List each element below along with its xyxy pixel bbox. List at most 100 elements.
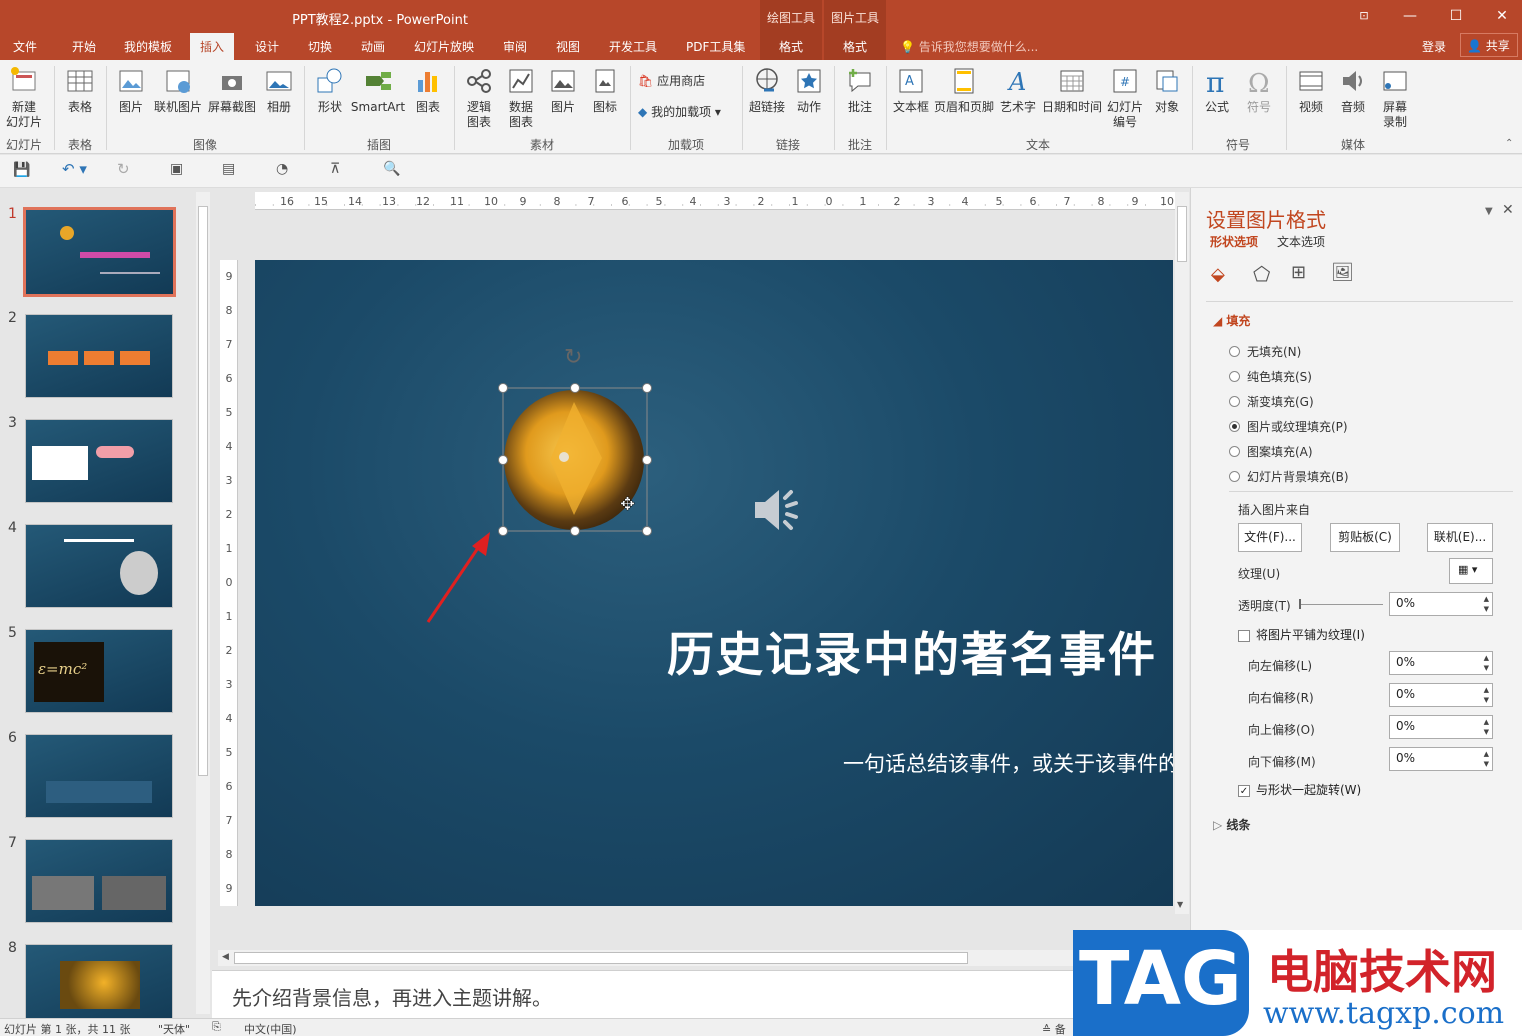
radio-circle[interactable] xyxy=(1229,446,1240,457)
spin-down-icon[interactable]: ▼ xyxy=(1484,728,1489,736)
offset-top-input[interactable]: 0% ▲ ▼ xyxy=(1389,715,1493,739)
radio-solid-fill[interactable]: 纯色填充(S) xyxy=(1229,368,1312,385)
data-chart-button[interactable]: 数据 图表 xyxy=(502,66,540,130)
rotate-checkbox[interactable]: ✓ xyxy=(1238,784,1250,797)
tab-animations[interactable]: 动画 xyxy=(361,38,385,55)
spin-down-icon[interactable]: ▼ xyxy=(1484,605,1489,613)
video-button[interactable]: 视频 xyxy=(1292,66,1330,115)
spin-down-icon[interactable]: ▼ xyxy=(1484,696,1489,704)
preview-qat-icon[interactable]: 🔍 xyxy=(383,161,400,177)
spin-down-icon[interactable]: ▼ xyxy=(1484,664,1489,672)
tab-developer[interactable]: 开发工具 xyxy=(609,38,657,55)
close-button[interactable]: ✕ xyxy=(1490,6,1514,26)
comment-button[interactable]: 批注 xyxy=(840,66,880,115)
offset-bottom-input[interactable]: 0% ▲ ▼ xyxy=(1389,747,1493,771)
slide-title[interactable]: 历史记录中的著名事件 xyxy=(667,616,1157,685)
hyperlink-button[interactable]: 超链接 xyxy=(746,66,788,115)
spin-up-icon[interactable]: ▲ xyxy=(1484,686,1489,694)
minimize-button[interactable]: — xyxy=(1398,6,1422,26)
status-language[interactable]: 中文(中国) xyxy=(244,1021,297,1036)
tell-me-search[interactable]: 💡 告诉我您想要做什么... xyxy=(900,38,1038,55)
tab-text-options[interactable]: 文本选项 xyxy=(1277,233,1325,250)
datetime-button[interactable]: 日期和时间 xyxy=(1040,66,1104,115)
maximize-button[interactable]: ☐ xyxy=(1444,6,1468,26)
header-footer-button[interactable]: 页眉和页脚 xyxy=(932,66,996,115)
spin-up-icon[interactable]: ▲ xyxy=(1484,654,1489,662)
tab-picture-format[interactable]: 格式 xyxy=(824,38,886,55)
wordart-button[interactable]: A 艺术字 xyxy=(998,66,1038,115)
slide-thumbnail[interactable] xyxy=(25,734,173,818)
slide-canvas[interactable]: 历史记录中的著名事件 一句话总结该事件，或关于该事件的 xyxy=(255,260,1173,906)
from-beginning-icon[interactable]: ▣ xyxy=(170,161,183,177)
speaker-icon[interactable] xyxy=(751,480,811,540)
screenshot-button[interactable]: 屏幕截图 xyxy=(206,66,258,115)
ribbon-display-icon[interactable]: ⊡ xyxy=(1352,6,1376,26)
slide-number-button[interactable]: # 幻灯片 编号 xyxy=(1104,66,1146,130)
slide-thumbnail[interactable] xyxy=(25,314,173,398)
scroll-thumb[interactable] xyxy=(234,952,968,964)
tile-checkbox-row[interactable]: 将图片平铺为纹理(I) xyxy=(1238,626,1365,643)
tab-shape-options[interactable]: 形状选项 xyxy=(1210,233,1258,250)
slide-thumbnail[interactable]: ε=mc² xyxy=(25,629,173,713)
radio-circle[interactable] xyxy=(1229,371,1240,382)
tab-transitions[interactable]: 切换 xyxy=(308,38,332,55)
radio-picture-fill[interactable]: 图片或纹理填充(P) xyxy=(1229,418,1348,435)
radio-circle[interactable] xyxy=(1229,346,1240,357)
offset-right-input[interactable]: 0% ▲ ▼ xyxy=(1389,683,1493,707)
slide-thumbnail[interactable] xyxy=(25,944,173,1018)
rotate-checkbox-row[interactable]: ✓ 与形状一起旋转(W) xyxy=(1238,781,1361,798)
material-picture-button[interactable]: 图片 xyxy=(544,66,582,115)
picture-icon[interactable]: 🖼 xyxy=(1331,262,1354,283)
slide-thumbnail[interactable] xyxy=(25,419,173,503)
table-button[interactable]: 表格 xyxy=(62,66,98,115)
screen-record-button[interactable]: 屏幕 录制 xyxy=(1376,66,1414,130)
selected-picture[interactable]: ↻ ✥ xyxy=(480,340,680,550)
file-button[interactable]: 文件(F)... xyxy=(1238,523,1302,552)
tab-view[interactable]: 视图 xyxy=(556,38,580,55)
scroll-thumb[interactable] xyxy=(198,206,208,776)
scroll-down-icon[interactable]: ▼ xyxy=(1177,900,1183,909)
pane-close-icon[interactable]: ✕ xyxy=(1502,202,1514,218)
tab-home[interactable]: 开始 xyxy=(72,38,96,55)
notes-text[interactable]: 先介绍背景信息，再进入主题讲解。 xyxy=(232,982,552,1011)
share-button[interactable]: 👤 共享 xyxy=(1460,33,1518,57)
textbox-qat-icon[interactable]: ▤ xyxy=(222,161,235,177)
tab-insert[interactable]: 插入 xyxy=(190,33,235,60)
radio-no-fill[interactable]: 无填充(N) xyxy=(1229,343,1301,360)
spin-down-icon[interactable]: ▼ xyxy=(1484,760,1489,768)
thumbnail-scrollbar[interactable] xyxy=(196,192,210,1014)
editor-vertical-scrollbar[interactable]: ▼ xyxy=(1175,192,1189,914)
textbox-button[interactable]: A 文本框 xyxy=(890,66,932,115)
online-picture-button[interactable]: 联机图片 xyxy=(152,66,204,115)
effects-icon[interactable]: ⬠ xyxy=(1253,262,1270,286)
radio-gradient-fill[interactable]: 渐变填充(G) xyxy=(1229,393,1314,410)
audio-button[interactable]: 音频 xyxy=(1334,66,1372,115)
symbol-button[interactable]: Ω 符号 xyxy=(1240,66,1278,115)
scroll-left-icon[interactable]: ◀ xyxy=(222,952,229,962)
spin-up-icon[interactable]: ▲ xyxy=(1484,718,1489,726)
smartart-button[interactable]: SmartArt xyxy=(350,66,406,115)
slider-handle[interactable] xyxy=(1299,599,1301,609)
tab-drawing-format[interactable]: 格式 xyxy=(760,38,822,55)
chart-button[interactable]: 图表 xyxy=(408,66,448,115)
radio-circle[interactable] xyxy=(1229,471,1240,482)
save-icon[interactable]: 💾 xyxy=(13,162,30,178)
shape-qat-icon[interactable]: ◔ xyxy=(276,161,288,177)
scroll-thumb[interactable] xyxy=(1177,206,1187,262)
login-link[interactable]: 登录 xyxy=(1422,38,1446,55)
spin-up-icon[interactable]: ▲ xyxy=(1484,595,1489,603)
shapes-button[interactable]: 形状 xyxy=(310,66,350,115)
equation-button[interactable]: π 公式 xyxy=(1198,66,1236,115)
album-button[interactable]: 相册 xyxy=(260,66,298,115)
tab-pdf-tools[interactable]: PDF工具集 xyxy=(686,38,745,55)
offset-left-input[interactable]: 0% ▲ ▼ xyxy=(1389,651,1493,675)
radio-pattern-fill[interactable]: 图案填充(A) xyxy=(1229,443,1313,460)
fill-line-icon[interactable]: ⬙ xyxy=(1211,264,1225,285)
transparency-slider[interactable] xyxy=(1299,604,1383,605)
spin-up-icon[interactable]: ▲ xyxy=(1484,750,1489,758)
pane-options-icon[interactable]: ▼ xyxy=(1485,206,1493,217)
slide-subtitle[interactable]: 一句话总结该事件，或关于该事件的 xyxy=(843,748,1173,778)
radio-circle[interactable] xyxy=(1229,396,1240,407)
tab-review[interactable]: 审阅 xyxy=(503,38,527,55)
slide-thumbnail[interactable] xyxy=(23,207,176,297)
